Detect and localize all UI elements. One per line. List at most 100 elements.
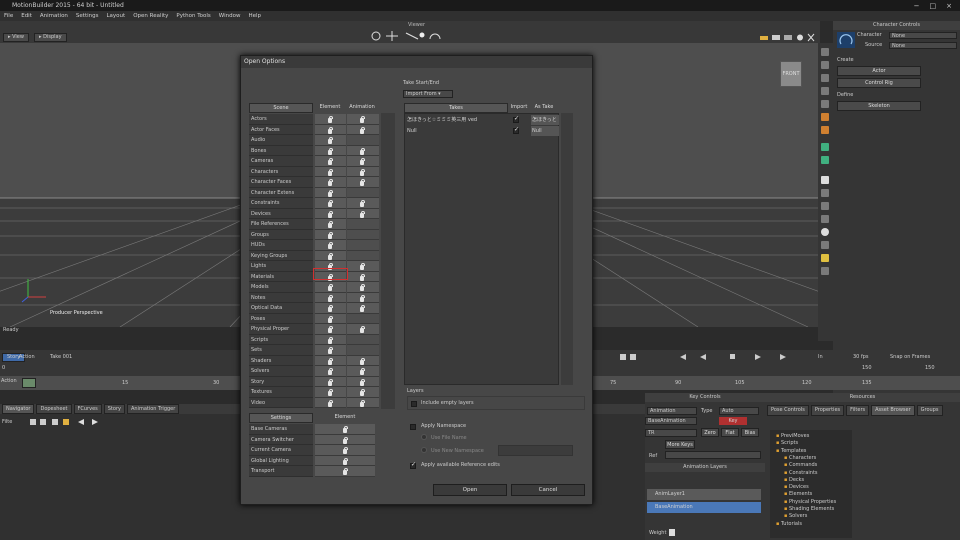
scene-element-toggle[interactable]: [315, 313, 346, 324]
apply-namespace-checkbox[interactable]: [410, 423, 416, 430]
take-as-take-field[interactable]: 怎ほきっと: [531, 115, 559, 125]
scene-element-toggle[interactable]: [315, 397, 346, 408]
flat-button[interactable]: Flat: [721, 428, 739, 437]
takes-header[interactable]: Takes: [404, 103, 508, 113]
menu-animation[interactable]: Animation: [40, 13, 68, 19]
scene-element-toggle[interactable]: [315, 355, 346, 366]
tree-item[interactable]: ▪ Characters: [784, 455, 816, 461]
scene-element-toggle[interactable]: [315, 145, 346, 156]
take-label[interactable]: Take 001: [50, 354, 72, 360]
settings-header[interactable]: Settings: [249, 413, 313, 423]
scene-animation-toggle[interactable]: [347, 135, 379, 146]
translate-tool-icon[interactable]: [821, 61, 829, 69]
skeleton-tool-icon[interactable]: [821, 156, 829, 164]
tab-dopesheet[interactable]: Dopesheet: [36, 404, 72, 414]
tree-item[interactable]: ▪ Tutorials: [776, 521, 802, 527]
settings-element-header[interactable]: Element: [315, 413, 375, 423]
scene-element-toggle[interactable]: [315, 208, 346, 219]
namespace-input[interactable]: [498, 445, 573, 456]
scene-element-toggle[interactable]: [315, 387, 346, 398]
open-button[interactable]: Open: [433, 484, 507, 496]
tab-groups[interactable]: Groups: [916, 405, 943, 416]
import-from-dropdown[interactable]: Import From ▾: [403, 90, 453, 98]
take-import-checkbox[interactable]: [513, 115, 519, 123]
scene-element-toggle[interactable]: [315, 282, 346, 293]
menu-settings[interactable]: Settings: [76, 13, 99, 19]
tab-filters[interactable]: Filters: [846, 405, 870, 416]
tree-item[interactable]: ▪ PreviMoves: [776, 433, 809, 439]
scene-element-toggle[interactable]: [315, 345, 346, 356]
tree-item[interactable]: ▪ Scripts: [776, 440, 798, 446]
actor-button[interactable]: Actor: [837, 66, 921, 76]
viewer-right-tools-icon[interactable]: [760, 33, 815, 42]
scene-element-toggle[interactable]: [315, 124, 346, 135]
frame-end-field[interactable]: 150: [925, 365, 935, 371]
scene-element-toggle[interactable]: [315, 114, 346, 125]
zero-button[interactable]: Zero: [701, 428, 719, 437]
scene-animation-toggle[interactable]: [347, 208, 379, 219]
scene-animation-toggle[interactable]: [347, 334, 379, 345]
pivot-tool-icon[interactable]: [821, 126, 829, 134]
scene-element-toggle[interactable]: [315, 198, 346, 209]
scene-element-toggle[interactable]: [315, 324, 346, 335]
scene-animation-toggle[interactable]: [347, 261, 379, 272]
scene-animation-toggle[interactable]: [347, 355, 379, 366]
curve-tool-icon[interactable]: [821, 202, 829, 210]
menu-window[interactable]: Window: [219, 13, 241, 19]
scene-animation-toggle[interactable]: [347, 303, 379, 314]
scene-element-toggle[interactable]: [315, 187, 346, 198]
sphere-tool-icon[interactable]: [821, 228, 829, 236]
frame-start-field[interactable]: 150: [862, 365, 872, 371]
scene-animation-toggle[interactable]: [347, 250, 379, 261]
snap-dropdown[interactable]: Snap on Frames: [890, 354, 930, 360]
character-tool-icon[interactable]: [821, 143, 829, 151]
ref-field[interactable]: [665, 451, 761, 459]
menu-file[interactable]: File: [4, 13, 13, 19]
import-header[interactable]: Import: [509, 103, 529, 113]
display-button[interactable]: ▸ Display: [34, 33, 67, 42]
anim-layer-1[interactable]: AnimLayer1: [647, 489, 761, 500]
tab-fcurves[interactable]: FCurves: [73, 404, 102, 414]
scene-animation-toggle[interactable]: [347, 114, 379, 125]
scene-element-toggle[interactable]: [315, 219, 346, 230]
more-keys-button[interactable]: More Keys: [665, 440, 695, 449]
base-animation-dropdown[interactable]: BaseAnimation: [645, 417, 697, 425]
scene-animation-toggle[interactable]: [347, 198, 379, 209]
tree-item[interactable]: ▪ Templates: [776, 448, 806, 454]
scene-animation-toggle[interactable]: [347, 124, 379, 135]
tab-asset-browser[interactable]: Asset Browser: [871, 405, 915, 416]
scene-element-toggle[interactable]: [315, 229, 346, 240]
scene-animation-toggle[interactable]: [347, 156, 379, 167]
include-empty-layers-checkbox[interactable]: [411, 400, 417, 407]
scene-animation-toggle[interactable]: [347, 292, 379, 303]
bias-button[interactable]: Bias: [741, 428, 759, 437]
settings-element-toggle[interactable]: [315, 466, 375, 477]
take-as-take-field[interactable]: Null: [531, 126, 559, 136]
rotate-tool-icon[interactable]: [821, 74, 829, 82]
apply-reference-edits-checkbox[interactable]: [410, 461, 416, 469]
tree-item[interactable]: ▪ Shading Elements: [784, 506, 834, 512]
weight-slider[interactable]: [669, 529, 675, 536]
use-new-namespace-radio[interactable]: [421, 447, 427, 453]
menu-open-reality[interactable]: Open Reality: [133, 13, 168, 19]
scene-animation-toggle[interactable]: [347, 313, 379, 324]
scene-animation-toggle[interactable]: [347, 397, 379, 408]
element-header[interactable]: Element: [315, 103, 345, 113]
type-dropdown[interactable]: Auto: [719, 407, 759, 415]
scene-animation-toggle[interactable]: [347, 366, 379, 377]
menu-edit[interactable]: Edit: [21, 13, 32, 19]
tree-item[interactable]: ▪ Physical Properties: [784, 499, 836, 505]
settings-element-toggle[interactable]: [315, 445, 375, 456]
tree-item[interactable]: ▪ Commands: [784, 462, 817, 468]
null-tool-icon[interactable]: [821, 215, 829, 223]
tree-item[interactable]: ▪ Constraints: [784, 470, 818, 476]
scene-animation-toggle[interactable]: [347, 376, 379, 387]
cancel-button[interactable]: Cancel: [511, 484, 585, 496]
scene-animation-toggle[interactable]: [347, 166, 379, 177]
scene-animation-toggle[interactable]: [347, 177, 379, 188]
tab-properties[interactable]: Properties: [810, 405, 845, 416]
menu-help[interactable]: Help: [248, 13, 261, 19]
navigator-toolbar-icon[interactable]: [30, 418, 100, 426]
select-tool-icon[interactable]: [821, 48, 829, 56]
source-dropdown[interactable]: None: [889, 42, 957, 49]
